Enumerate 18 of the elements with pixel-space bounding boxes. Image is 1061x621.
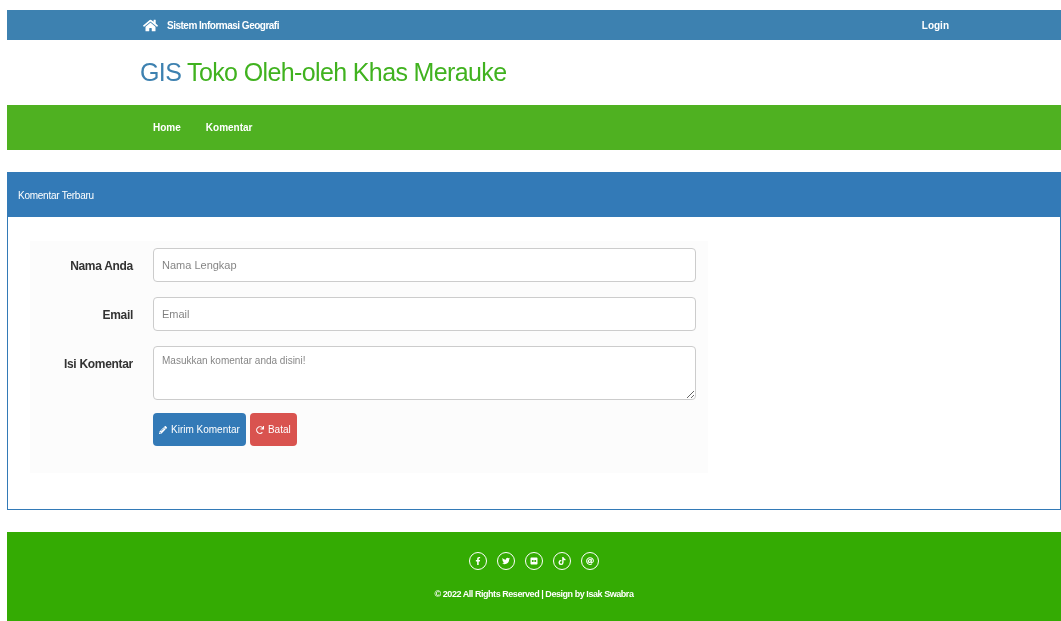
panel-title: Komentar Terbaru [18,188,94,203]
site-name[interactable]: Sistem Informasi Geografi [167,17,279,33]
refresh-icon [255,425,264,434]
nav-link[interactable]: Komentar [205,120,253,135]
cancel-button[interactable]: Batal [249,413,297,446]
field-label: Email [101,307,133,324]
text-input[interactable]: Email [153,297,696,331]
field-label: Nama Anda [69,258,133,275]
text-input[interactable]: Nama Lengkap [153,248,696,282]
nav-link[interactable]: Home [153,120,181,135]
home-icon[interactable] [143,17,158,33]
copyright-text: © 2022 All Rights Reserved | Design by Isak Swabra [434,588,634,601]
pencil-icon [159,425,167,434]
comment-textarea[interactable]: Masukkan komentar anda disini! [153,346,696,400]
field-label: Isi Komentar [62,356,133,373]
login-link[interactable]: Login [921,17,949,33]
submit-button[interactable]: Kirim Komentar [153,413,246,446]
site-title: GIS Toko Oleh-oleh Khas Merauke [140,56,507,88]
